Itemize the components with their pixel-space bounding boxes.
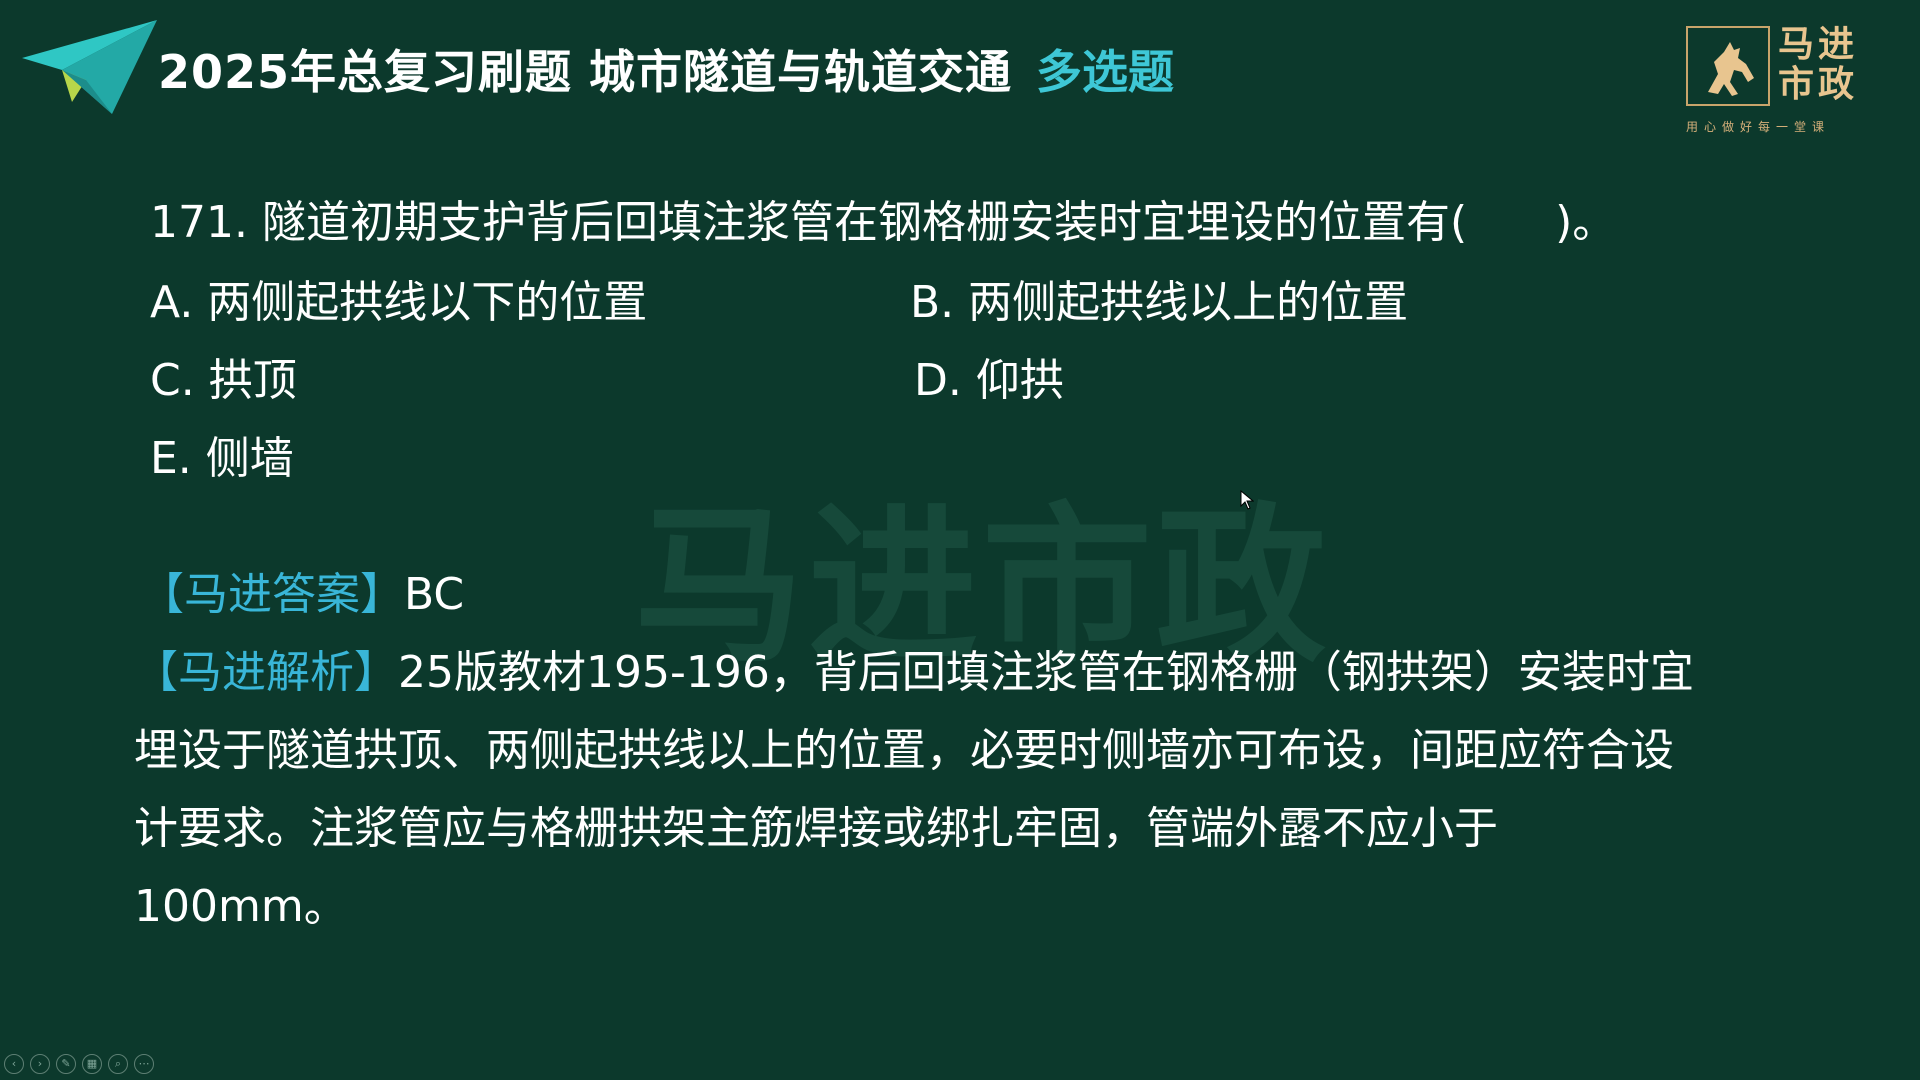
option-e: E. 侧墙: [150, 433, 294, 484]
logo-name-line2: 市政: [1778, 63, 1859, 105]
pen-icon[interactable]: ✎: [56, 1054, 76, 1074]
cursor-icon: [1240, 490, 1254, 510]
logo-name-line1: 马进: [1778, 23, 1859, 65]
logo-frame: [1686, 26, 1770, 106]
option-b: B. 两侧起拱线以上的位置: [910, 277, 1409, 328]
zoom-icon[interactable]: ⌕: [108, 1054, 128, 1074]
option-c: C. 拱顶: [150, 355, 297, 406]
answer-line: 【马进答案】BC: [140, 558, 464, 622]
question-stem: 171. 隧道初期支护背后回填注浆管在钢格栅安装时宜埋设的位置有( )。: [150, 197, 1617, 248]
answer-label: 【马进答案】: [140, 569, 404, 620]
pages-icon[interactable]: ▦: [82, 1054, 102, 1074]
slide: 2025年总复习刷题 城市隧道与轨道交通 多选题 马进 市政 用心做好每一堂课 …: [0, 0, 1920, 1080]
slideshow-controls: ‹ › ✎ ▦ ⌕ ⋯: [4, 1054, 154, 1076]
brand-logo: 马进 市政 用心做好每一堂课: [1686, 24, 1876, 136]
logo-slogan: 用心做好每一堂课: [1686, 120, 1831, 134]
analysis-paragraph: 【马进解析】25版教材195-196，背后回填注浆管在钢格栅（钢拱架）安装时宜埋…: [134, 634, 1704, 946]
logo-name: 马进 市政: [1778, 24, 1868, 104]
horse-logo-icon: [1708, 42, 1754, 96]
next-slide-icon[interactable]: ›: [30, 1054, 50, 1074]
header: 2025年总复习刷题 城市隧道与轨道交通 多选题 马进 市政 用心做好每一堂课: [0, 0, 1920, 134]
option-d: D. 仰拱: [914, 355, 1064, 406]
more-icon[interactable]: ⋯: [134, 1054, 154, 1074]
paper-plane-icon: [22, 20, 157, 114]
answer-value: BC: [404, 569, 465, 620]
option-a: A. 两侧起拱线以下的位置: [150, 277, 648, 328]
page-title: 2025年总复习刷题 城市隧道与轨道交通: [158, 45, 1013, 99]
prev-slide-icon[interactable]: ‹: [4, 1054, 24, 1074]
analysis-label: 【马进解析】: [134, 647, 398, 698]
question-type-label: 多选题: [1036, 45, 1174, 99]
